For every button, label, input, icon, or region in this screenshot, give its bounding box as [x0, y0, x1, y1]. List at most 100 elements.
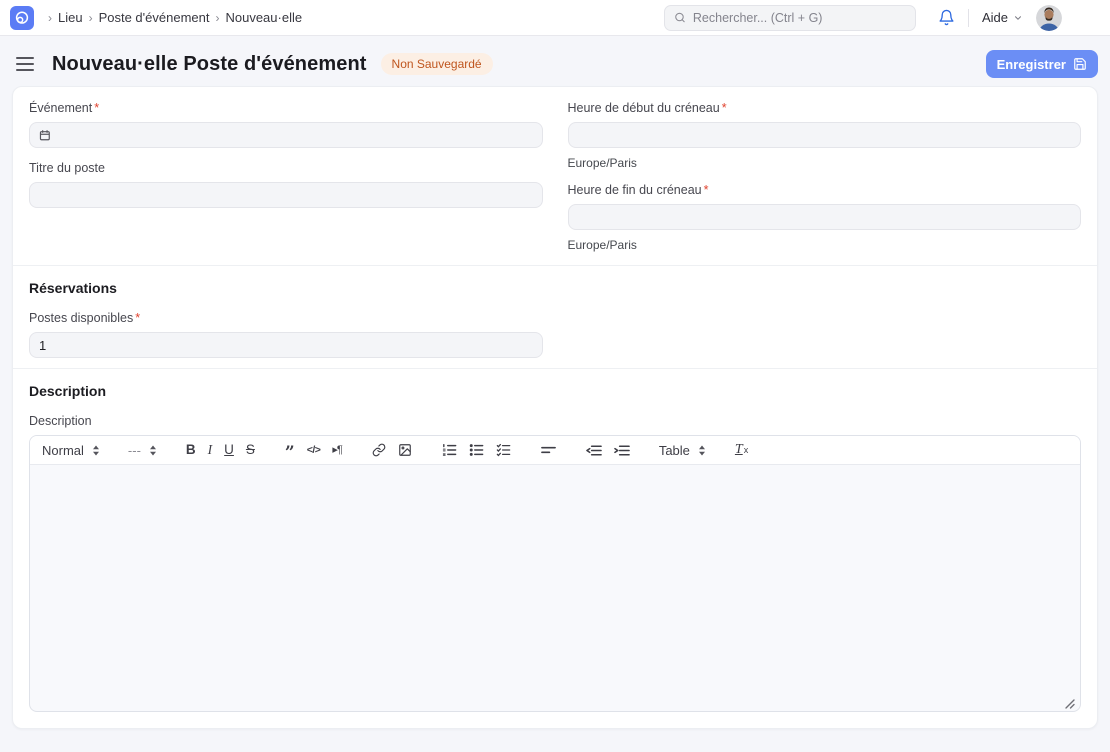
breadcrumb-separator: › — [215, 11, 219, 25]
divider-select[interactable]: --- — [128, 443, 157, 458]
description-heading: Description — [29, 383, 1081, 399]
required-asterisk: * — [704, 183, 709, 197]
link-icon — [372, 443, 386, 457]
status-badge: Non Sauvegardé — [381, 53, 493, 75]
clear-format-t: T — [735, 443, 743, 457]
description-field-label: Description — [29, 414, 1081, 428]
notifications-bell-icon[interactable] — [938, 9, 955, 26]
start-time-input[interactable] — [568, 122, 1082, 148]
start-label-text: Heure de début du créneau — [568, 101, 720, 115]
navbar-divider — [968, 9, 969, 27]
select-arrows-icon — [92, 445, 100, 456]
end-time-label: Heure de fin du créneau* — [568, 183, 1082, 197]
event-field: Événement* — [29, 101, 543, 148]
outdent-button[interactable] — [585, 442, 603, 459]
form-section-reservations: Réservations Postes disponibles* — [13, 266, 1097, 369]
start-time-label: Heure de début du créneau* — [568, 101, 1082, 115]
reservations-heading: Réservations — [29, 280, 1081, 296]
text-style-group: B I U S — [185, 441, 256, 459]
end-time-field: Heure de fin du créneau* — [568, 183, 1082, 230]
check-list-button[interactable] — [495, 441, 512, 459]
end-label-text: Heure de fin du créneau — [568, 183, 702, 197]
save-floppy-icon — [1073, 57, 1087, 71]
available-posts-field: Postes disponibles* — [29, 311, 543, 358]
strikethrough-button[interactable]: S — [245, 441, 256, 459]
required-asterisk: * — [94, 101, 99, 115]
event-field-label: Événement* — [29, 101, 543, 115]
clear-format-x: x — [744, 446, 749, 455]
title-field-label: Titre du poste — [29, 161, 543, 175]
details-right-column: Heure de début du créneau* Europe/Paris … — [568, 101, 1082, 265]
breadcrumb-separator: › — [89, 11, 93, 25]
end-time-input[interactable] — [568, 204, 1082, 230]
table-select[interactable]: Table — [659, 443, 706, 458]
available-posts-label: Postes disponibles* — [29, 311, 543, 325]
navbar: › Lieu › Poste d'événement › Nouveau·ell… — [0, 0, 1110, 36]
help-label: Aide — [982, 10, 1008, 25]
breadcrumb-item-nouveau[interactable]: Nouveau·elle — [225, 10, 302, 25]
sidebar-toggle-icon[interactable] — [16, 57, 34, 71]
description-editor-area[interactable] — [30, 465, 1080, 712]
bullet-list-button[interactable] — [468, 441, 485, 459]
form-section-details: Événement* Titre du poste H — [13, 87, 1097, 266]
help-dropdown[interactable]: Aide — [982, 10, 1023, 25]
check-list-icon — [496, 443, 511, 457]
indent-icon — [614, 444, 630, 457]
rich-text-editor: Normal --- B I U S — [29, 435, 1081, 712]
indent-button[interactable] — [613, 442, 631, 459]
app-logo[interactable] — [10, 6, 34, 30]
calendar-icon — [39, 129, 51, 141]
heading-style-select[interactable]: Normal — [42, 443, 100, 458]
list-group — [441, 441, 512, 459]
available-posts-input[interactable] — [29, 332, 543, 358]
avatar-image — [1036, 5, 1062, 31]
user-avatar[interactable] — [1036, 5, 1062, 31]
table-select-label: Table — [659, 443, 690, 458]
select-arrows-icon — [149, 445, 157, 456]
search-icon — [674, 11, 686, 24]
available-label-text: Postes disponibles — [29, 311, 133, 325]
breadcrumb-item-poste-evenement[interactable]: Poste d'événement — [99, 10, 210, 25]
align-icon — [541, 444, 556, 456]
text-direction-button[interactable]: ▸¶ — [331, 443, 342, 458]
blockquote-button[interactable]: ” — [284, 440, 296, 460]
save-button-label: Enregistrer — [997, 57, 1066, 72]
end-timezone-note: Europe/Paris — [568, 238, 1082, 252]
outdent-icon — [586, 444, 602, 457]
title-input[interactable] — [29, 182, 543, 208]
search-input[interactable] — [693, 11, 906, 25]
event-link-input[interactable] — [29, 122, 543, 148]
page-title: Nouveau·elle Poste d'événement — [52, 53, 367, 76]
select-arrows-icon — [698, 445, 706, 456]
global-search[interactable] — [664, 5, 916, 31]
clear-format-button[interactable]: Tx — [734, 441, 749, 459]
align-button[interactable] — [540, 442, 557, 458]
image-button[interactable] — [397, 441, 413, 459]
block-group: ” </> ▸¶ — [284, 440, 343, 460]
bold-button[interactable]: B — [185, 441, 197, 459]
breadcrumb: › Lieu › Poste d'événement › Nouveau·ell… — [48, 10, 302, 25]
page-head: Nouveau·elle Poste d'événement Non Sauve… — [0, 36, 1110, 86]
required-asterisk: * — [135, 311, 140, 325]
bullet-list-icon — [469, 443, 484, 457]
title-field: Titre du poste — [29, 161, 543, 208]
divider-select-value: --- — [128, 443, 141, 458]
event-label-text: Événement — [29, 101, 92, 115]
form-section-description: Description Description Normal --- — [13, 369, 1097, 728]
event-input[interactable] — [51, 128, 533, 143]
italic-button[interactable]: I — [207, 441, 214, 459]
resize-handle-icon[interactable] — [1064, 698, 1075, 709]
save-button[interactable]: Enregistrer — [986, 50, 1098, 78]
breadcrumb-separator: › — [48, 11, 52, 25]
form-card: Événement* Titre du poste H — [12, 86, 1098, 729]
ordered-list-button[interactable] — [441, 441, 458, 459]
ordered-list-icon — [442, 443, 457, 457]
link-button[interactable] — [371, 441, 387, 459]
logo-swirl-icon — [13, 9, 31, 27]
navbar-actions: Aide — [938, 5, 1062, 31]
breadcrumb-item-lieu[interactable]: Lieu — [58, 10, 83, 25]
underline-button[interactable]: U — [223, 441, 235, 459]
code-block-button[interactable]: </> — [306, 443, 322, 458]
heading-style-value: Normal — [42, 443, 84, 458]
insert-group — [371, 441, 413, 459]
